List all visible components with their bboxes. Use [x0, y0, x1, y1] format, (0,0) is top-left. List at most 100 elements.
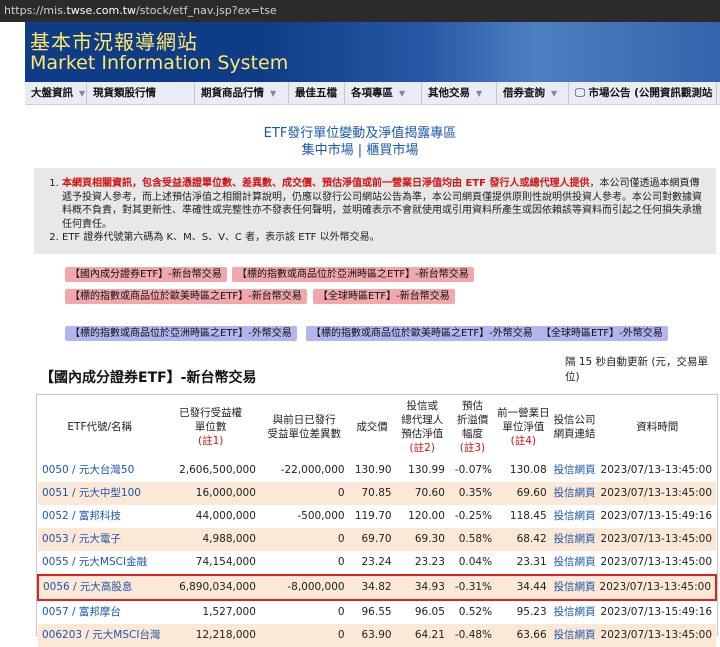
nav-item-2[interactable]: 期貨商品行情 ▼ — [195, 82, 289, 104]
filter-global-twd[interactable]: 【全球時區ETF】-新台幣交易 — [313, 289, 455, 304]
cell-link[interactable]: 投信網頁 — [550, 574, 599, 601]
cell-price: 96.55 — [348, 600, 396, 624]
cell-link[interactable]: 投信網頁 — [550, 482, 599, 505]
cell-price: 23.24 — [348, 551, 396, 575]
nav-item-3[interactable]: 最佳五檔 — [289, 82, 345, 104]
filter-asia-twd[interactable]: 【標的指數或商品位於亞洲時區之ETF】-新台幣交易 — [232, 267, 474, 282]
column-header-7: 投信公司 網頁連結 — [551, 395, 599, 459]
header-line: 總代理人 — [401, 414, 444, 426]
cell-time: 2023/07/13-13:45:00 — [598, 574, 717, 601]
header-line: 單位淨值 — [502, 421, 545, 433]
cell-prev-nav: 118.45 — [496, 505, 551, 528]
nav-item-label: 其他交易 — [428, 87, 470, 99]
table-row: 0057 / 富邦摩台 1,527,000 0 96.55 96.05 0.52% 95.2… — [38, 600, 716, 624]
cell-prev-nav: 23.31 — [496, 551, 551, 575]
cell-name[interactable]: 0052 / 富邦科技 — [38, 505, 162, 528]
cell-price: 130.90 — [348, 459, 396, 482]
cell-name[interactable]: 0053 / 元大電子 — [38, 528, 162, 551]
table-row: 0052 / 富邦科技 44,000,000 -500,000 119.70 120.0… — [38, 505, 716, 528]
column-header-4: 投信或 總代理人 預估淨值 (註2) — [396, 395, 449, 459]
cell-nav: 64.21 — [395, 624, 449, 647]
cell-prev-nav: 34.44 — [496, 574, 551, 601]
header-line: 幅度 — [461, 428, 483, 440]
tab-otc-market[interactable]: 櫃買市場 — [366, 143, 418, 158]
header-line: 資料時間 — [636, 421, 679, 433]
cell-price: 34.82 — [348, 574, 396, 601]
table-row: 0053 / 元大電子 4,988,000 0 69.70 69.30 0.58% 68.4… — [38, 528, 716, 551]
cell-name[interactable]: 0051 / 元大中型100 — [38, 482, 162, 505]
nav-item-4[interactable]: 各項專區 ▼ — [345, 82, 422, 104]
header-line: 前一營業日 — [497, 407, 550, 419]
cell-units: 12,218,000 — [161, 624, 260, 647]
header-line: ETF代號/名稱 — [67, 421, 133, 433]
section-title: 【國內成分證券ETF】-新台幣交易 — [40, 370, 257, 386]
cell-link[interactable]: 投信網頁 — [550, 459, 599, 482]
cell-time: 2023/07/13-13:45:00 — [598, 551, 716, 575]
cell-link[interactable]: 投信網頁 — [550, 624, 599, 647]
cell-name[interactable]: 006203 / 元大MSCI台灣 — [38, 624, 162, 647]
column-header-2: 與前日已發行 受益單位差異數 — [260, 395, 349, 459]
nav-item-7[interactable]: 🖵 市場公告 (公開資訊觀測站 — [569, 82, 717, 104]
filter-euro-us-foreign[interactable]: 【標的指數或商品位於歐美時區之ETF】-外幣交易 — [306, 326, 538, 341]
cell-link[interactable]: 投信網頁 — [550, 528, 599, 551]
address-bar[interactable]: https://mis.twse.com.tw/stock/etf_nav.js… — [0, 0, 720, 22]
column-header-8: 資料時間 — [598, 395, 716, 459]
cell-prev-nav: 69.60 — [496, 482, 551, 505]
cell-link[interactable]: 投信網頁 — [550, 505, 599, 528]
nav-item-5[interactable]: 其他交易 ▼ — [422, 82, 497, 104]
header-line: 受益單位差異數 — [267, 428, 341, 440]
nav-item-1[interactable]: 現貨類股行情 — [87, 82, 195, 104]
chevron-down-icon: ▼ — [79, 89, 86, 98]
chevron-down-icon: ▼ — [551, 89, 558, 98]
column-header-1: 已發行受益權 單位數 (註1) — [161, 395, 259, 459]
cell-price: 119.70 — [348, 505, 396, 528]
cell-name[interactable]: 0056 / 元大高股息 — [36, 574, 162, 601]
chevron-down-icon: ▼ — [399, 89, 406, 98]
cell-price: 70.85 — [348, 482, 396, 505]
cell-nav: 96.05 — [395, 600, 449, 624]
table-row: 0051 / 元大中型100 16,000,000 0 70.85 70.60 0.35%… — [38, 482, 716, 505]
cell-units: 2,606,500,000 — [161, 459, 260, 482]
header-line: 投信公司 — [553, 414, 596, 426]
column-header-5: 預估 折溢價 幅度 (註3) — [449, 395, 496, 459]
cell-units: 1,527,000 — [161, 600, 260, 624]
filter-domestic-twd[interactable]: 【國內成分證券ETF】-新台幣交易 — [65, 267, 227, 282]
filter-euro-us-twd[interactable]: 【標的指數或商品位於歐美時區之ETF】-新台幣交易 — [65, 289, 307, 304]
table-header-row: ETF代號/名稱 已發行受益權 單位數 (註1) 與前日已發行 受益單位差異數 成交價 投信或… — [38, 395, 716, 459]
cell-link[interactable]: 投信網頁 — [550, 551, 599, 575]
cell-time: 2023/07/13-15:49:16 — [598, 505, 716, 528]
cell-prev-nav: 63.66 — [496, 624, 551, 647]
cell-diff: 0 — [259, 482, 349, 505]
cell-time: 2023/07/13-15:49:16 — [598, 600, 716, 624]
site-title-en: Market Information System — [30, 52, 289, 74]
cell-prev-nav: 68.42 — [496, 528, 551, 551]
cell-name[interactable]: 0057 / 富邦摩台 — [38, 600, 162, 624]
nav-item-6[interactable]: 借券查詢 ▼ — [497, 82, 569, 104]
column-header-0: ETF代號/名稱 — [38, 395, 161, 459]
nav-item-label: 最佳五檔 — [295, 87, 337, 99]
cell-name[interactable]: 0050 / 元大台灣50 — [38, 459, 162, 482]
cell-prev-nav: 95.23 — [496, 600, 551, 624]
nav-item-label: 市場公告 (公開資訊觀測站 — [588, 87, 713, 99]
cell-premium: -0.48% — [448, 624, 497, 647]
cell-nav: 70.60 — [395, 482, 449, 505]
nav-item-0[interactable]: 大盤資訊 ▼ — [25, 82, 87, 104]
header-note: (註1) — [197, 435, 224, 447]
chevron-down-icon: ▼ — [476, 89, 483, 98]
filter-global-foreign[interactable]: 【全球時區ETF】-外幣交易 — [536, 326, 668, 341]
cell-nav: 130.99 — [395, 459, 449, 482]
cell-diff: -500,000 — [259, 505, 349, 528]
cell-name[interactable]: 0055 / 元大MSCI金融 — [38, 551, 162, 575]
cell-nav: 69.30 — [395, 528, 449, 551]
header-line: 預估淨值 — [401, 428, 444, 440]
header-note: (註3) — [459, 442, 486, 454]
cell-link[interactable]: 投信網頁 — [550, 600, 599, 624]
filter-asia-foreign[interactable]: 【標的指數或商品位於亞洲時區之ETF】-外幣交易 — [65, 326, 297, 341]
cell-price: 63.90 — [348, 624, 396, 647]
tab-tse-market[interactable]: 集中市場 — [302, 143, 354, 158]
market-separator: | — [353, 143, 367, 158]
cell-units: 16,000,000 — [161, 482, 260, 505]
column-header-6: 前一營業日 單位淨值 (註4) — [496, 395, 551, 459]
cell-premium: 0.52% — [448, 600, 497, 624]
cell-premium: 0.04% — [448, 551, 497, 575]
